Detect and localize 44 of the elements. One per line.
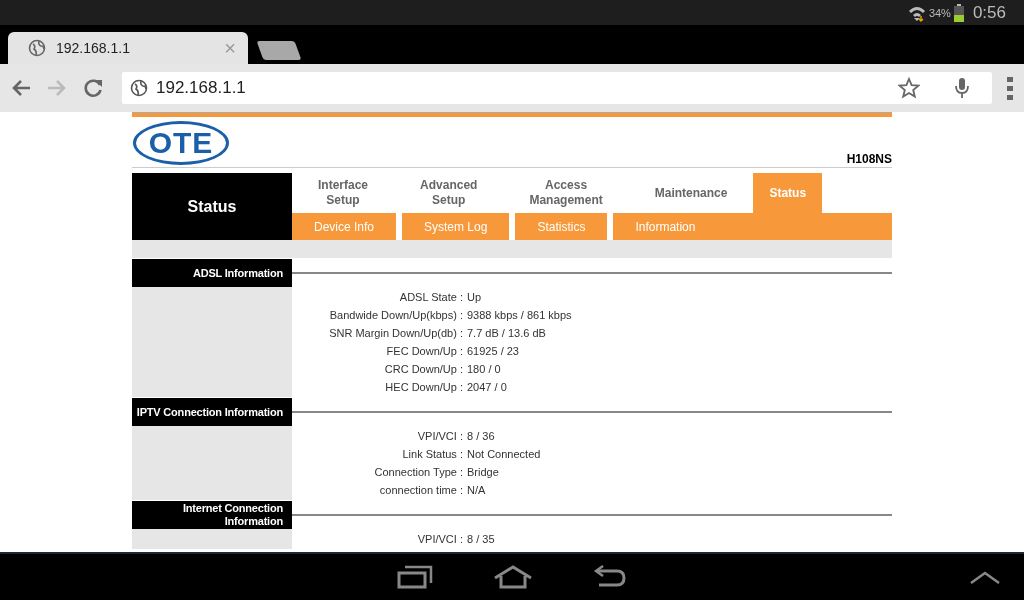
field-label: Connection Type : xyxy=(373,466,463,478)
field-label: HEC Down/Up : xyxy=(384,381,463,393)
globe-icon xyxy=(130,79,148,97)
logo: OTE xyxy=(133,121,229,165)
field-value: N/A xyxy=(466,484,486,496)
field-label: VPI/VCI : xyxy=(416,533,463,545)
field-value: 7.7 dB / 13.6 dB xyxy=(466,327,546,339)
microphone-icon[interactable] xyxy=(954,77,970,99)
menu-icon[interactable] xyxy=(1006,76,1014,100)
section-heading: Internet Connection Information xyxy=(132,501,292,529)
field-label: Link Status : xyxy=(401,448,463,460)
field-label: ADSL State : xyxy=(398,291,463,303)
field-value: 8 / 35 xyxy=(466,533,495,545)
field-label: VPI/VCI : xyxy=(416,430,463,442)
battery-percent: 34% xyxy=(928,6,951,19)
field-value: 2047 / 0 xyxy=(466,381,507,393)
field-value: Up xyxy=(466,291,482,303)
home-icon[interactable] xyxy=(493,565,533,589)
model-name: H108NS xyxy=(846,152,892,167)
section-heading: IPTV Connection Information xyxy=(132,398,292,426)
field-value: 9388 kbps / 861 kbps xyxy=(466,309,572,321)
clock: 0:56 xyxy=(972,2,1006,23)
field-value: Bridge xyxy=(466,466,499,478)
field-label: SNR Margin Down/Up(db) : xyxy=(328,327,463,339)
new-tab-button[interactable] xyxy=(256,41,302,60)
browser-tab[interactable]: 192.168.1.1 × xyxy=(8,32,248,64)
star-icon[interactable] xyxy=(898,77,920,99)
field-label: FEC Down/Up : xyxy=(385,345,463,357)
page-title: Status xyxy=(132,173,292,240)
field-label: Bandwide Down/Up(kbps) : xyxy=(328,309,463,321)
field-value: 180 / 0 xyxy=(466,363,501,375)
back-icon[interactable] xyxy=(593,565,627,589)
globe-icon xyxy=(28,39,46,57)
field-label: CRC Down/Up : xyxy=(383,363,463,375)
field-value: 8 / 36 xyxy=(466,430,495,442)
field-value: 61925 / 23 xyxy=(466,345,519,357)
field-label: connection time : xyxy=(378,484,463,496)
reload-icon[interactable] xyxy=(82,77,104,99)
recent-apps-icon[interactable] xyxy=(397,565,433,589)
address-bar[interactable]: 192.168.1.1 xyxy=(122,72,992,104)
chevron-up-icon[interactable] xyxy=(970,570,1000,584)
section-heading: ADSL Information xyxy=(132,259,292,287)
field-value: Not Connected xyxy=(466,448,541,460)
battery-icon xyxy=(953,3,964,22)
